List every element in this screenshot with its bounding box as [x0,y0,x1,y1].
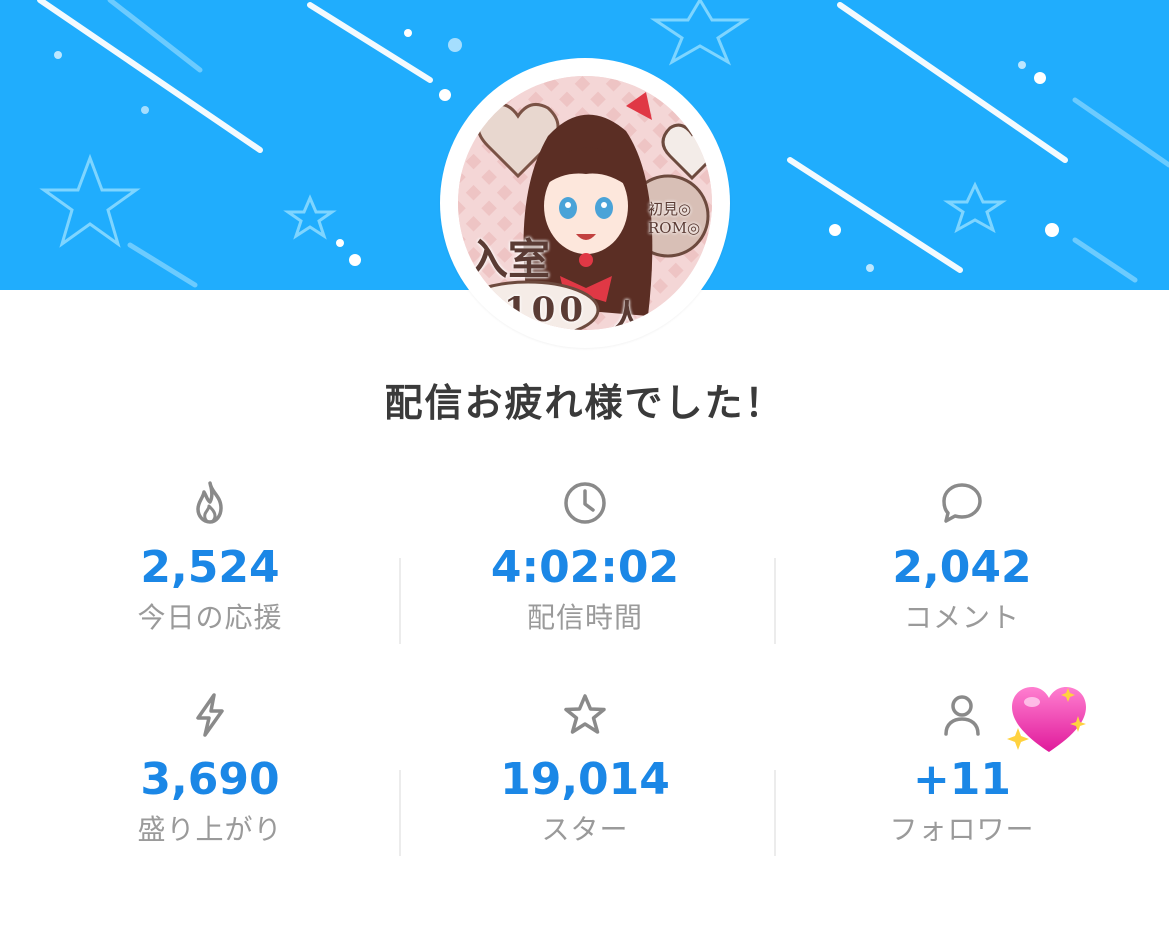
star-icon [564,694,606,734]
stat-label: コメント [903,601,1020,634]
column-divider [399,558,401,644]
lightning-icon [196,693,224,737]
stat-label: 盛り上がり [137,813,283,846]
streamer-avatar-frame: 入室 100 人 初見◎ ROM◎ [440,58,730,348]
stat-stream-time: 4:02:02 配信時間 [420,478,750,636]
column-divider [774,770,776,856]
stat-comments: 2,042 コメント [797,478,1127,636]
avatar[interactable]: 入室 100 人 初見◎ ROM◎ [458,76,712,330]
avatar-badge-line-2: ROM◎ [648,219,701,237]
stat-value: 2,524 [140,542,280,593]
stat-value: 4:02:02 [490,542,680,593]
stat-value: +11 [912,754,1012,805]
stat-value: 3,690 [140,754,280,805]
comment-icon [942,483,982,523]
column-divider [399,770,401,856]
stat-stars: 19,014 スター [420,690,750,848]
avatar-overlay-text-2: 100 [504,290,587,330]
stat-value: 2,042 [892,542,1032,593]
person-icon [944,695,980,736]
stat-excitement: 3,690 盛り上がり [45,690,375,848]
stat-label: フォロワー [889,813,1035,846]
avatar-overlay-text-3: 人 [610,298,644,330]
column-divider [774,558,776,644]
page-title: 配信お疲れ様でした！ [384,381,785,425]
stat-label: 配信時間 [526,601,643,634]
stat-label: スター [541,813,629,846]
stat-value: 19,014 [500,754,670,805]
stat-today-support: 2,524 今日の応援 [45,478,375,636]
avatar-overlay-text-1: 入室 [466,235,551,284]
avatar-badge-line-1: 初見◎ [648,200,692,218]
sparkling-heart-icon [1007,687,1086,752]
stat-label: 今日の応援 [137,601,283,634]
flame-icon [196,481,223,524]
clock-icon [564,482,606,524]
